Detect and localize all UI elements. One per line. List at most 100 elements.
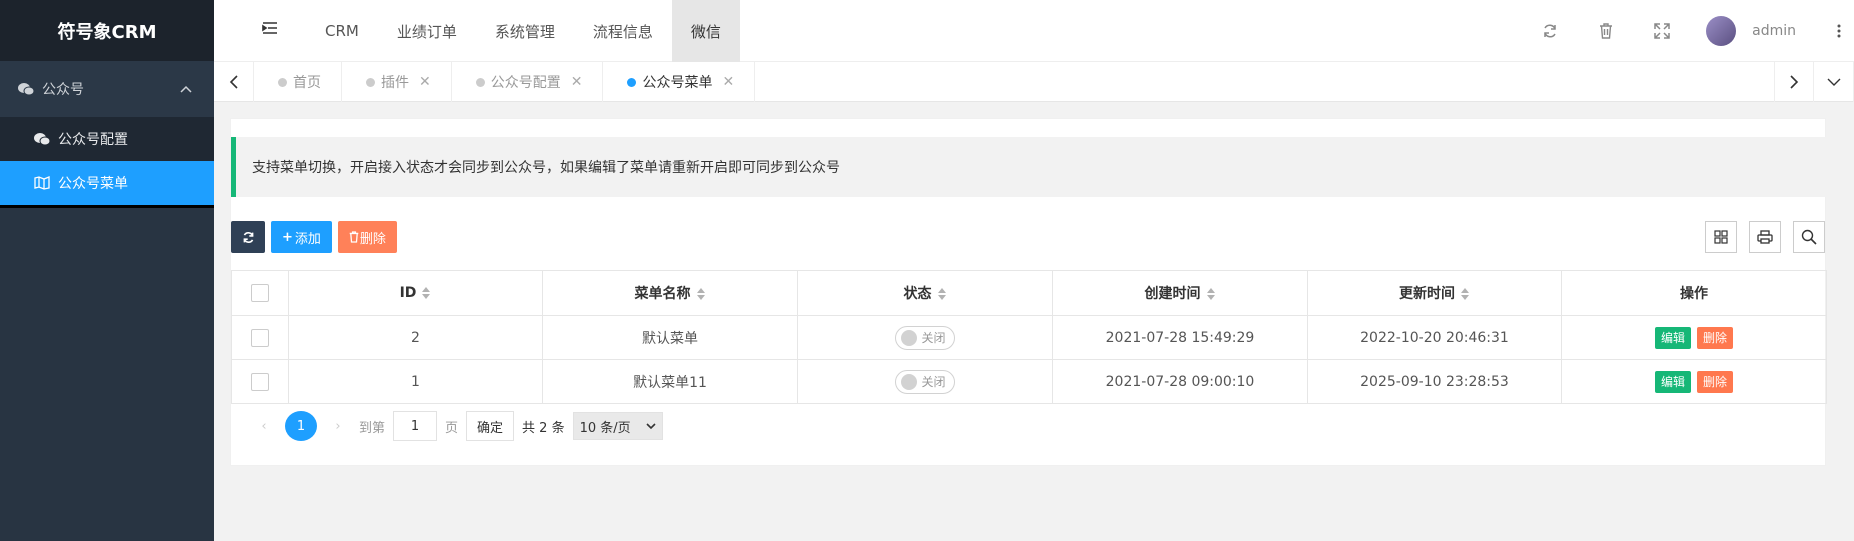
chevron-left-icon[interactable] (214, 62, 254, 102)
add-button-label: 添加 (294, 231, 321, 247)
tab-home[interactable]: 首页 (254, 62, 342, 102)
tab-dot (366, 77, 375, 87)
table-row: 2 默认菜单 关闭 2021-07-28 15:49:29 2022-10-20… (231, 315, 1827, 360)
trash-icon (349, 231, 359, 243)
column-header-updated[interactable]: 更新时间 (1307, 270, 1562, 316)
avatar[interactable] (1706, 16, 1737, 46)
tab-label: 公众号配置 (490, 75, 561, 91)
tab-plugin[interactable]: 插件 ✕ (342, 62, 452, 102)
prev-page-icon[interactable]: ‹ (251, 419, 277, 434)
add-button[interactable]: + 添加 (271, 221, 332, 253)
sort-icon[interactable] (1206, 288, 1216, 300)
close-icon[interactable]: ✕ (571, 74, 583, 90)
sidebar-item-wechat-config[interactable]: 公众号配置 (0, 117, 214, 161)
sort-icon[interactable] (421, 287, 431, 299)
chevron-right-icon[interactable] (1774, 62, 1814, 102)
content-card: 支持菜单切换，开启接入状态才会同步到公众号，如果编辑了菜单请重新开启即可同步到公… (230, 118, 1827, 466)
topnav-wechat[interactable]: 微信 (671, 0, 740, 62)
column-header-actions: 操作 (1561, 270, 1827, 316)
tab-dot (278, 77, 287, 87)
topnav-flow[interactable]: 流程信息 (574, 0, 672, 62)
topnav-orders[interactable]: 业绩订单 (378, 0, 476, 62)
row-select-cell (231, 359, 289, 404)
cell-updated: 2022-10-20 20:46:31 (1307, 315, 1562, 360)
sidebar-item-label: 公众号菜单 (58, 176, 128, 192)
table-tools (1705, 221, 1825, 253)
delete-row-button[interactable]: 删除 (1697, 370, 1734, 393)
cell-updated: 2025-09-10 23:28:53 (1307, 359, 1562, 404)
sidebar-group-label: 公众号 (42, 82, 84, 98)
column-label: 创建时间 (1144, 286, 1201, 302)
row-checkbox[interactable] (251, 372, 269, 391)
delete-button-label: 删除 (359, 231, 386, 247)
column-header-name[interactable]: 菜单名称 (542, 270, 798, 316)
column-header-id[interactable]: ID (288, 270, 543, 316)
column-header-created[interactable]: 创建时间 (1052, 270, 1308, 316)
page-suffix: 页 (445, 420, 459, 436)
table-header-row: ID 菜单名称 状态 创建时间 更新时间 操作 (231, 270, 1827, 316)
total-count: 共 2 条 (522, 420, 565, 436)
page-tabs-bar: 首页 插件 ✕ 公众号配置 ✕ 公众号菜单 ✕ (214, 62, 1854, 102)
switch-knob (901, 329, 918, 346)
page-size-select[interactable]: 10 条/页 (572, 412, 663, 440)
pagination: ‹ 1 › 到第 1 页 确定 共 2 条 10 条/页 (251, 411, 663, 441)
delete-button[interactable]: 删除 (337, 221, 397, 253)
tab-label: 插件 (381, 75, 409, 91)
sort-icon[interactable] (696, 288, 706, 300)
goto-confirm-button[interactable]: 确定 (466, 411, 515, 441)
close-icon[interactable]: ✕ (722, 74, 734, 90)
current-page[interactable]: 1 (285, 411, 317, 441)
map-icon (34, 176, 50, 190)
refresh-icon (243, 231, 253, 243)
column-label: 状态 (903, 286, 932, 302)
tab-wechat-config[interactable]: 公众号配置 ✕ (452, 62, 604, 102)
switch-label: 关闭 (921, 375, 946, 389)
app-logo[interactable]: 符号象CRM (0, 0, 214, 61)
username[interactable]: admin (1752, 23, 1796, 39)
edit-button[interactable]: 编辑 (1654, 326, 1691, 349)
delete-row-button[interactable]: 删除 (1697, 326, 1734, 349)
wechat-icon (18, 82, 34, 96)
fullscreen-icon[interactable] (1634, 23, 1690, 39)
trash-icon[interactable] (1578, 23, 1634, 39)
column-label: 菜单名称 (634, 286, 691, 302)
page-size-value: 10 条/页 (579, 420, 631, 436)
topnav-crm[interactable]: CRM (306, 0, 378, 62)
sidebar: 符号象CRM 公众号 公众号配置 公众号菜单 (0, 0, 214, 541)
switch-knob (901, 373, 918, 390)
table-toolbar: + 添加 删除 (231, 221, 397, 253)
header-tools: admin (1522, 0, 1854, 62)
status-switch[interactable]: 关闭 (895, 369, 955, 394)
top-nav: CRM 业绩订单 系统管理 流程信息 微信 (306, 0, 740, 62)
sidebar-item-wechat-menu[interactable]: 公众号菜单 (0, 161, 214, 205)
tab-label: 公众号菜单 (642, 75, 713, 91)
search-icon[interactable] (1793, 221, 1825, 253)
column-label: 更新时间 (1399, 286, 1455, 302)
refresh-button[interactable] (231, 221, 265, 253)
row-select-cell (231, 315, 289, 360)
tab-wechat-menu[interactable]: 公众号菜单 ✕ (603, 62, 756, 102)
more-vertical-icon[interactable] (1824, 24, 1854, 38)
menu-toggle-icon[interactable] (262, 21, 278, 39)
status-switch[interactable]: 关闭 (895, 325, 955, 350)
column-label: ID (399, 285, 417, 301)
sidebar-item-label: 公众号配置 (58, 132, 128, 148)
print-icon[interactable] (1749, 221, 1781, 253)
plus-icon: + (282, 229, 293, 245)
columns-icon[interactable] (1705, 221, 1737, 253)
top-header: CRM 业绩订单 系统管理 流程信息 微信 admin (214, 0, 1854, 62)
sidebar-group-wechat[interactable]: 公众号 (0, 61, 214, 117)
chevron-up-icon (180, 81, 192, 97)
column-header-status[interactable]: 状态 (797, 270, 1053, 316)
next-page-icon[interactable]: › (325, 419, 351, 434)
refresh-icon[interactable] (1522, 23, 1578, 39)
select-all-checkbox[interactable] (251, 284, 269, 302)
topnav-system[interactable]: 系统管理 (476, 0, 574, 62)
goto-page-input[interactable]: 1 (393, 411, 438, 441)
sort-icon[interactable] (1460, 288, 1470, 300)
sort-icon[interactable] (937, 288, 947, 300)
close-icon[interactable]: ✕ (419, 74, 431, 90)
edit-button[interactable]: 编辑 (1654, 370, 1691, 393)
row-checkbox[interactable] (251, 328, 269, 347)
chevron-down-icon[interactable] (1814, 62, 1854, 102)
